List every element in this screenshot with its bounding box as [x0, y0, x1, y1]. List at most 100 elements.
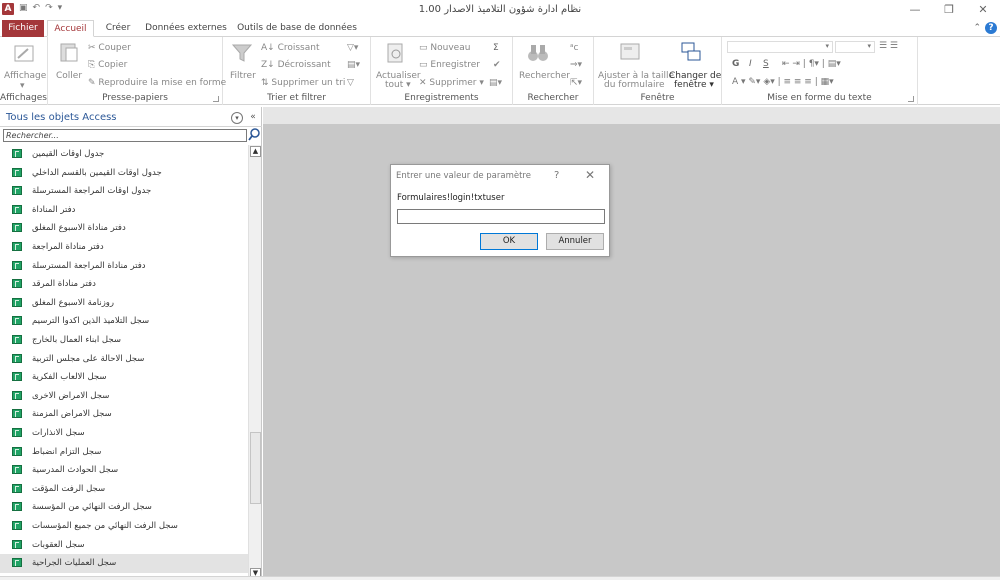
list-item-label: سجل الحوادث المدرسية	[32, 465, 119, 476]
advanced-filter-icon[interactable]: ▤▾	[347, 60, 360, 70]
font-name-select[interactable]: ▾	[727, 41, 833, 53]
sort-descending-icon: Z↓	[261, 60, 275, 70]
list-item[interactable]: جدول اوقات القيمين بالقسم الداخلي	[0, 164, 248, 183]
paste-button[interactable]: Coller	[56, 71, 82, 81]
cut-button[interactable]: ✂ Couper	[88, 43, 131, 53]
find-button[interactable]: Rechercher	[519, 71, 570, 81]
form-icon	[12, 521, 22, 530]
list-item-label: دفتر مناداة الاسبوع المغلق	[32, 223, 126, 234]
cut-icon: ✂	[88, 43, 96, 53]
ribbon-collapse-icon[interactable]: ⌃	[973, 23, 981, 33]
view-icon	[14, 45, 34, 62]
delete-record-button[interactable]: ✕ Supprimer ▾	[419, 78, 484, 88]
sort-descending-button[interactable]: Z↓ Décroissant	[261, 60, 331, 70]
list-item-label: سجل الالعاب الفكرية	[32, 372, 107, 383]
clipboard-launcher-icon[interactable]	[213, 96, 219, 102]
parameter-value-input[interactable]	[397, 209, 605, 224]
list-item-label: سجل الرفت المؤقت	[32, 483, 106, 494]
nav-collapse-icon[interactable]: «	[247, 112, 259, 124]
scroll-thumb[interactable]	[250, 432, 261, 504]
cancel-button[interactable]: Annuler	[546, 233, 604, 250]
list-item[interactable]: جدول اوقات المراجعة المسترسلة	[0, 182, 248, 201]
toggle-filter-icon[interactable]: ▽	[347, 78, 354, 88]
replace-icon[interactable]: ᵃc	[570, 43, 578, 53]
form-icon	[12, 316, 22, 326]
save-record-button[interactable]: ▭ Enregistrer	[419, 60, 480, 70]
ribbon-tabs: Fichier Accueil Créer Données externes O…	[0, 20, 1000, 37]
italic-button[interactable]: I	[749, 59, 752, 69]
sort-ascending-button[interactable]: A↓ Croissant	[261, 43, 320, 53]
list-item[interactable]: سجل التلاميذ الذين اكدوا الترسيم	[0, 312, 248, 331]
list-item[interactable]: دفتر مناداة المراجعة	[0, 238, 248, 257]
list-item[interactable]: دفتر المناداة	[0, 201, 248, 220]
tab-create[interactable]: Créer	[100, 20, 136, 37]
list-item-label: سجل الانذارات	[32, 428, 85, 438]
list-item[interactable]: سجل الاحالة على مجلس التربية	[0, 350, 248, 369]
filter-button[interactable]: Filtrer	[230, 71, 256, 81]
nav-scrollbar[interactable]: ▲ ▼	[248, 145, 261, 580]
copy-label: Copier	[98, 60, 128, 70]
list-item[interactable]: جدول اوقات القيمين	[0, 145, 248, 164]
minimize-button[interactable]: —	[898, 0, 932, 20]
tab-home[interactable]: Accueil	[47, 20, 94, 37]
ok-button[interactable]: OK	[480, 233, 538, 250]
list-item[interactable]: دفتر مناداة المرقد	[0, 275, 248, 294]
group-clipboard: Coller ✂ Couper ⎘ Copier ✎ Reproduire la…	[48, 37, 226, 105]
font-color-icon[interactable]: A ▾ ✎▾ ◈▾ | ≡ ≡ ≡ | ▦▾	[732, 77, 834, 87]
list-item[interactable]: سجل الحوادث المدرسية	[0, 461, 248, 480]
form-icon	[12, 335, 22, 344]
restore-button[interactable]: ❐	[932, 0, 966, 20]
list-item-label: سجل الاحالة على مجلس التربية	[32, 353, 145, 364]
help-icon[interactable]: ?	[985, 22, 997, 34]
list-item[interactable]: سجل الامراض الاخرى	[0, 387, 248, 406]
new-record-button[interactable]: ▭ Nouveau	[419, 43, 470, 53]
goto-icon[interactable]: ⇒▾	[570, 60, 582, 70]
sort-ascending-label: Croissant	[277, 43, 320, 53]
list-item[interactable]: سجل الرفت النهائي من المؤسسة	[0, 498, 248, 517]
nav-search-input[interactable]: Rechercher...	[3, 129, 247, 142]
underline-button[interactable]: S	[763, 59, 769, 69]
selection-filter-icon[interactable]: ▽▾	[347, 43, 358, 53]
view-dropdown-icon[interactable]: ▾	[20, 81, 25, 91]
view-button[interactable]: Affichage	[4, 71, 46, 81]
list-item[interactable]: سجل الامراض المزمنة	[0, 405, 248, 424]
search-icon[interactable]	[248, 128, 260, 142]
select-icon[interactable]: ⇱▾	[570, 78, 582, 88]
dialog-close-button[interactable]: ✕	[585, 168, 595, 182]
copy-button[interactable]: ⎘ Copier	[88, 60, 127, 70]
close-button[interactable]: ✕	[966, 0, 1000, 20]
dialog-title: Entrer une valeur de paramètre	[396, 171, 531, 181]
list-item[interactable]: سجل العمليات الجراحية	[0, 554, 248, 573]
list-item[interactable]: سجل الرفت المؤقت	[0, 480, 248, 499]
list-item[interactable]: دفتر مناداة المراجعة المسترسلة	[0, 257, 248, 276]
spelling-icon[interactable]: ✔	[493, 60, 501, 70]
list-item[interactable]: سجل الانذارات	[0, 424, 248, 443]
indent-icon[interactable]: ⇤ ⇥ | ¶▾ | ▤▾	[782, 59, 841, 69]
totals-icon[interactable]: Σ	[493, 43, 499, 53]
more-records-icon[interactable]: ▤▾	[489, 78, 502, 88]
bullets-icon[interactable]: ☰ ☰	[879, 41, 898, 51]
list-item[interactable]: روزنامة الاسبوع المغلق	[0, 294, 248, 313]
tab-database-tools[interactable]: Outils de base de données	[236, 20, 358, 37]
list-item[interactable]: سجل الالعاب الفكرية	[0, 368, 248, 387]
bold-button[interactable]: G	[732, 59, 739, 69]
dialog-help-button[interactable]: ?	[554, 170, 559, 181]
tab-external-data[interactable]: Données externes	[142, 20, 230, 37]
list-item[interactable]: سجل ابناء العمال بالخارج	[0, 331, 248, 350]
group-find: Rechercher ᵃc ⇒▾ ⇱▾ Rechercher	[513, 37, 594, 105]
font-size-select[interactable]: ▾	[835, 41, 875, 53]
tab-file[interactable]: Fichier	[2, 20, 44, 37]
nav-header[interactable]: Tous les objets Access ▾ «	[0, 109, 262, 127]
scroll-up-icon[interactable]: ▲	[250, 146, 261, 157]
text-formatting-launcher-icon[interactable]	[908, 96, 914, 102]
list-item-label: جدول اوقات القيمين	[32, 149, 105, 159]
list-item[interactable]: سجل الرفت النهائي من جميع المؤسسات	[0, 517, 248, 536]
form-icon	[12, 428, 22, 437]
list-item[interactable]: سجل العقوبات	[0, 536, 248, 555]
list-item[interactable]: دفتر مناداة الاسبوع المغلق	[0, 219, 248, 238]
remove-sort-button[interactable]: ⇅ Supprimer un tri	[261, 78, 345, 88]
format-painter-button[interactable]: ✎ Reproduire la mise en forme	[88, 78, 226, 88]
form-icon	[12, 390, 22, 400]
list-item[interactable]: سجل التزام انضباط	[0, 443, 248, 462]
nav-menu-chevron-icon[interactable]: ▾	[231, 112, 243, 124]
